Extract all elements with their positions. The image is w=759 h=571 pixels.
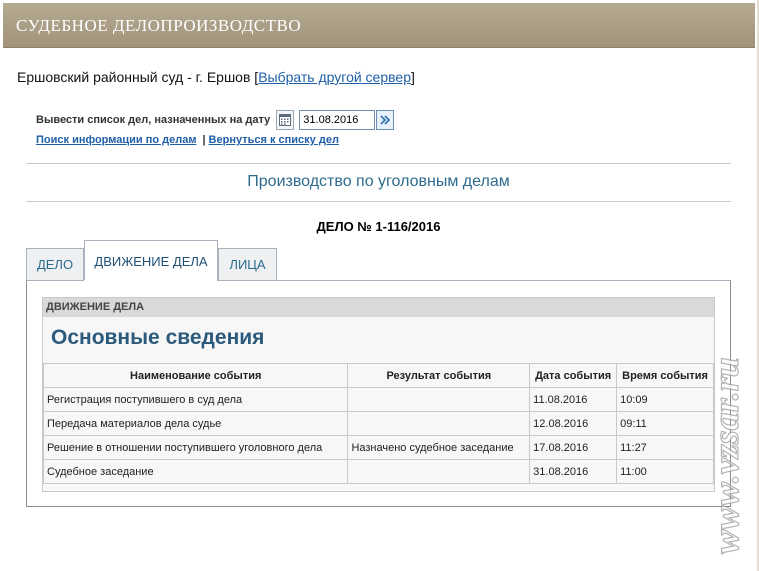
event-name: Регистрация поступившего в суд дела [42,387,349,412]
links-separator: | [202,134,206,146]
section-title: Производство по уголовным делам [247,173,510,190]
double-chevron-right-icon[interactable] [376,110,395,130]
event-date: 31.08.2016 [529,459,618,484]
date-filter-label: Вывести список дел, назначенных на дату [36,114,271,126]
event-name: Решение в отношении поступившего уголовн… [42,435,349,460]
date-filter: Вывести список дел, назначенных на дату [36,109,395,131]
block-title: Основные сведения [51,326,265,349]
nav-links: Поиск информации по делам | Вернуться к сп… [36,134,339,146]
table-row: Передача материалов дела судье 12.08.201… [42,411,714,436]
app-header: СУДЕБНОЕ ДЕЛОПРОИЗВОДСТВО [3,3,755,48]
event-time: 11:00 [616,459,714,484]
court-name: Ершовский районный суд - г. Ершов [17,69,251,85]
change-server-link[interactable]: Выбрать другой сервер [258,69,411,85]
table-row: Судебное заседание 31.08.2016 11:00 [42,459,714,484]
watermark: www.vzsar.ru [705,357,746,555]
table-row: Решение в отношении поступившего уголовн… [42,435,714,460]
tab-case[interactable]: ДЕЛО [26,248,84,280]
event-result [347,387,531,412]
event-result: Назначено судебное заседание [347,435,531,460]
back-to-list-link[interactable]: Вернуться к списку дел [209,134,339,146]
case-title: ДЕЛО № 1-116/2016 [316,219,441,234]
active-tab-joint [84,280,216,282]
event-date: 17.08.2016 [529,435,618,460]
event-time: 09:11 [616,411,714,436]
go-icon-glyph [380,115,391,125]
event-time: 10:09 [616,387,714,412]
search-cases-link[interactable]: Поиск информации по делам [36,134,196,146]
tab-case-movement[interactable]: ДВИЖЕНИЕ ДЕЛА [84,240,218,281]
event-result [347,459,531,484]
watermark-text: www.vzsar.ru [706,357,746,554]
event-name: Судебное заседание [42,459,349,484]
block-header: ДВИЖЕНИЕ ДЕЛА [43,298,714,317]
app-title: СУДЕБНОЕ ДЕЛОПРОИЗВОДСТВО [16,16,302,35]
case-movement-block: ДВИЖЕНИЕ ДЕЛА Основные сведения Наименов… [42,297,715,492]
event-date: 12.08.2016 [529,411,618,436]
divider-bottom [26,201,731,202]
calendar-icon[interactable] [276,110,295,130]
event-result [347,411,531,436]
events-table: Наименование события Результат события Д… [42,363,714,484]
column-header: Дата события [529,363,618,388]
table-row: Регистрация поступившего в суд дела 11.0… [42,387,714,412]
column-header: Время события [616,363,714,388]
event-date: 11.08.2016 [529,387,618,412]
page: СУДЕБНОЕ ДЕЛОПРОИЗВОДСТВО Ершовский райо… [0,0,759,571]
column-header: Результат события [347,363,531,388]
bracket-close: ] [410,69,415,85]
event-name: Передача материалов дела судье [42,411,349,436]
date-input[interactable] [299,110,376,130]
divider-top [26,163,731,164]
table-header-row: Наименование события Результат события Д… [42,363,714,388]
column-header: Наименование события [42,363,349,388]
tab-persons[interactable]: ЛИЦА [218,248,277,280]
calendar-icon-glyph [279,114,292,126]
court-line: Ершовский районный суд - г. Ершов [Выбра… [17,69,415,85]
event-time: 11:27 [616,435,714,460]
